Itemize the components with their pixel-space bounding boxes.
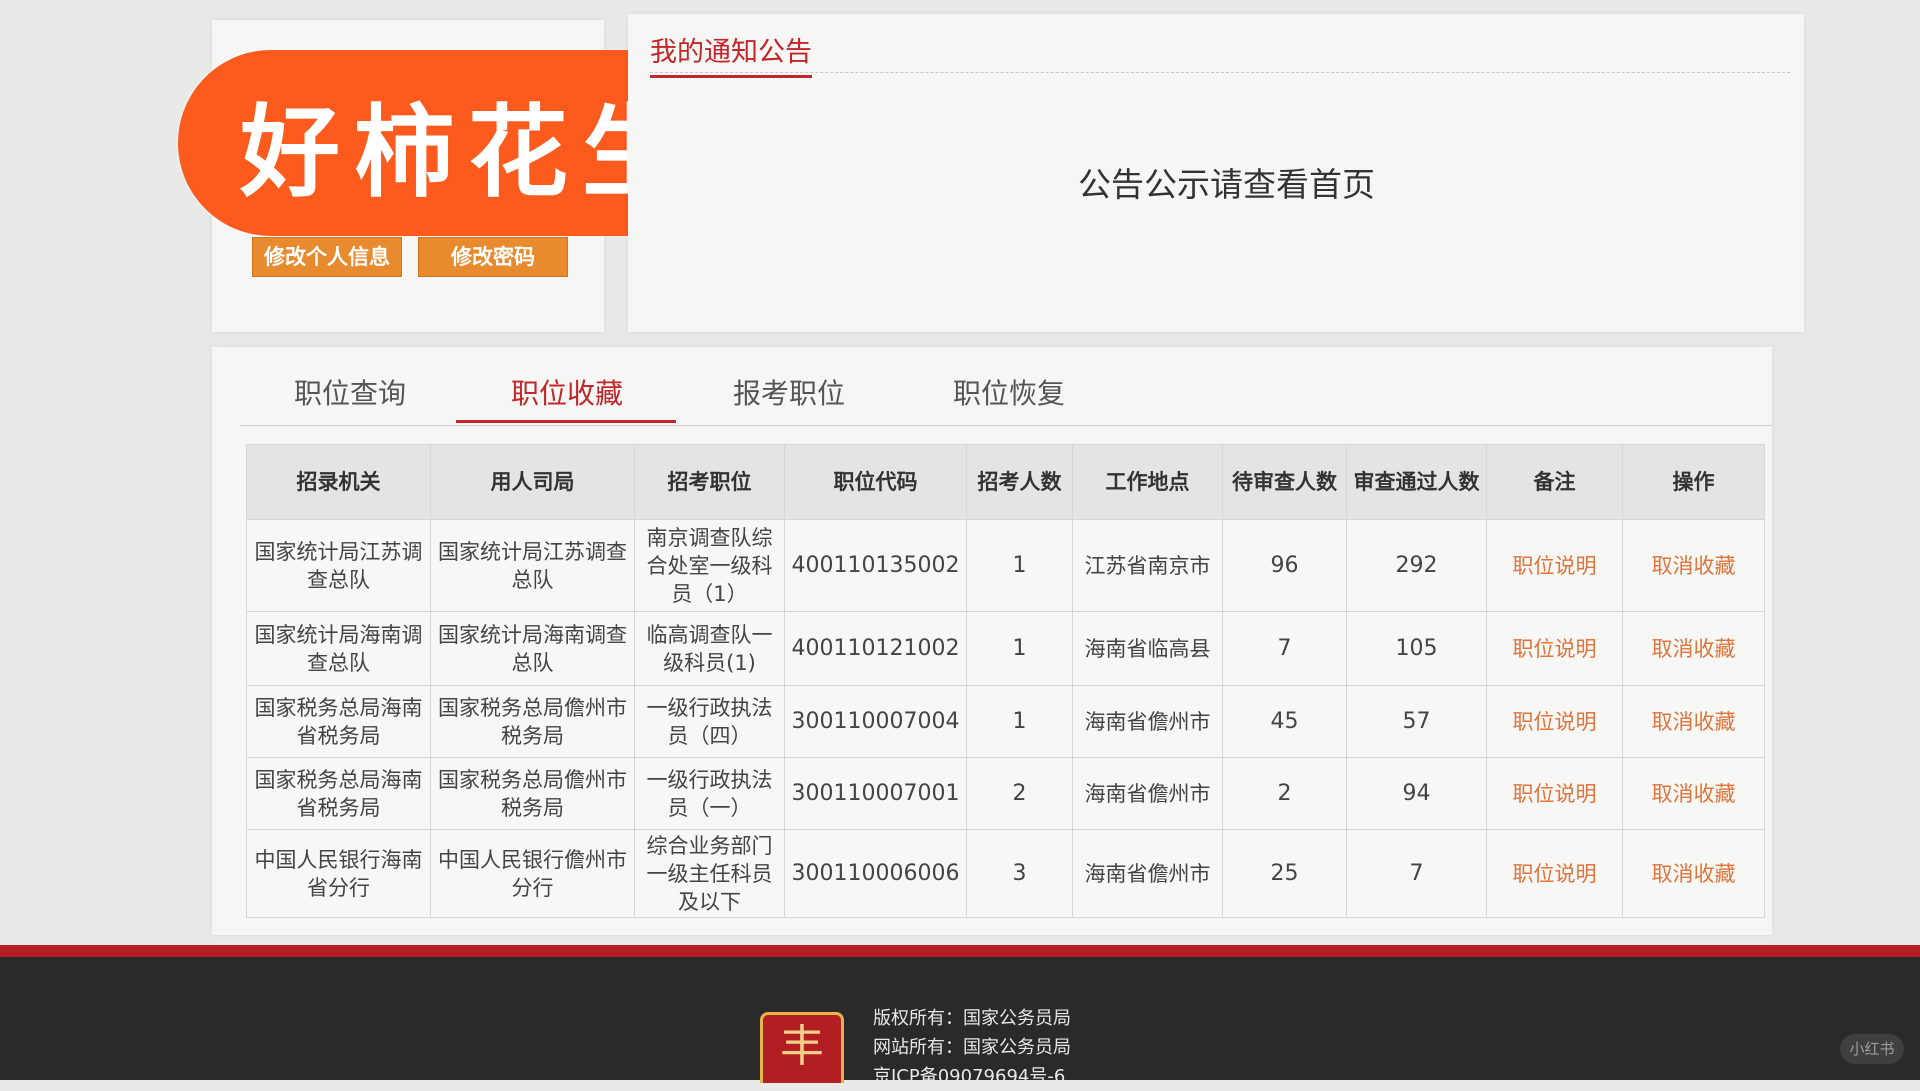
- cell-note: 职位说明: [1486, 829, 1623, 918]
- edit-profile-button[interactable]: 修改个人信息: [252, 237, 402, 277]
- cell-pending: 25: [1222, 829, 1347, 918]
- cell-dept: 国家税务总局儋州市税务局: [430, 757, 635, 830]
- cell-pending: 45: [1222, 685, 1347, 758]
- cell-agency: 中国人民银行海南省分行: [246, 829, 431, 918]
- cell-location: 海南省儋州市: [1072, 757, 1223, 830]
- cell-note: 职位说明: [1486, 519, 1623, 612]
- cell-count: 2: [966, 757, 1073, 830]
- column-header: 待审查人数: [1222, 444, 1347, 520]
- table-row: 国家统计局海南调查总队 国家统计局海南调查总队 临高调查队一级科员(1) 400…: [246, 611, 1765, 686]
- gov-emblem-icon: 丰: [760, 1012, 844, 1083]
- cell-count: 1: [966, 685, 1073, 758]
- cell-count: 1: [966, 611, 1073, 686]
- cell-passed: 292: [1346, 519, 1487, 612]
- unfavorite-link[interactable]: 取消收藏: [1652, 710, 1736, 734]
- cell-pending: 2: [1222, 757, 1347, 830]
- cell-dept: 国家统计局江苏调查总队: [430, 519, 635, 612]
- table-row: 国家税务总局海南省税务局 国家税务总局儋州市税务局 一级行政执法员（四） 300…: [246, 685, 1765, 758]
- cell-action: 取消收藏: [1622, 685, 1765, 758]
- table-row: 国家税务总局海南省税务局 国家税务总局儋州市税务局 一级行政执法员（一） 300…: [246, 757, 1765, 830]
- cell-location: 江苏省南京市: [1072, 519, 1223, 612]
- column-header: 工作地点: [1072, 444, 1223, 520]
- unfavorite-link[interactable]: 取消收藏: [1652, 782, 1736, 806]
- cell-action: 取消收藏: [1622, 519, 1765, 612]
- unfavorite-link[interactable]: 取消收藏: [1652, 554, 1736, 578]
- cell-passed: 57: [1346, 685, 1487, 758]
- table-header-row: 招录机关 用人司局 招考职位 职位代码 招考人数 工作地点 待审查人数 审查通过…: [246, 444, 1765, 520]
- unfavorite-link[interactable]: 取消收藏: [1652, 862, 1736, 886]
- table-row: 中国人民银行海南省分行 中国人民银行儋州市分行 综合业务部门一级主任科员及以下 …: [246, 829, 1765, 918]
- cell-passed: 94: [1346, 757, 1487, 830]
- footer-site-owner: 网站所有：国家公务员局: [873, 1037, 1071, 1058]
- cell-position: 一级行政执法员（一）: [634, 757, 785, 830]
- cell-position: 南京调查队综合处室一级科员（1）: [634, 519, 785, 612]
- cell-action: 取消收藏: [1622, 829, 1765, 918]
- tab-applied-positions[interactable]: 报考职位: [733, 372, 845, 412]
- cell-location: 海南省儋州市: [1072, 685, 1223, 758]
- footer-text: 版权所有：国家公务员局 网站所有：国家公务员局 京ICP备09079694号-6: [873, 1004, 1071, 1091]
- cell-agency: 国家统计局江苏调查总队: [246, 519, 431, 612]
- cell-note: 职位说明: [1486, 611, 1623, 686]
- watermark-badge: 小红书: [1840, 1034, 1904, 1064]
- footer-red-strip: [0, 945, 1920, 957]
- cell-position: 一级行政执法员（四）: [634, 685, 785, 758]
- cell-count: 1: [966, 519, 1073, 612]
- position-detail-link[interactable]: 职位说明: [1513, 554, 1597, 578]
- cell-action: 取消收藏: [1622, 757, 1765, 830]
- cell-code: 400110121002: [784, 611, 967, 686]
- tab-position-search[interactable]: 职位查询: [294, 372, 406, 412]
- cell-location: 海南省儋州市: [1072, 829, 1223, 918]
- tab-position-restore[interactable]: 职位恢复: [953, 372, 1065, 412]
- tab-position-favorites[interactable]: 职位收藏: [511, 372, 623, 412]
- cell-dept: 国家统计局海南调查总队: [430, 611, 635, 686]
- column-header: 职位代码: [784, 444, 967, 520]
- cell-code: 300110006006: [784, 829, 967, 918]
- cell-code: 300110007001: [784, 757, 967, 830]
- cell-position: 综合业务部门一级主任科员及以下: [634, 829, 785, 918]
- column-header: 招考人数: [966, 444, 1073, 520]
- cell-dept: 国家税务总局儋州市税务局: [430, 685, 635, 758]
- cell-position: 临高调查队一级科员(1): [634, 611, 785, 686]
- change-password-button[interactable]: 修改密码: [418, 237, 568, 277]
- position-detail-link[interactable]: 职位说明: [1513, 637, 1597, 661]
- cell-note: 职位说明: [1486, 685, 1623, 758]
- notice-body: 公告公示请查看首页: [1078, 165, 1375, 204]
- column-header: 备注: [1486, 444, 1623, 520]
- cell-code: 300110007004: [784, 685, 967, 758]
- position-detail-link[interactable]: 职位说明: [1513, 782, 1597, 806]
- unfavorite-link[interactable]: 取消收藏: [1652, 637, 1736, 661]
- position-detail-link[interactable]: 职位说明: [1513, 710, 1597, 734]
- cell-agency: 国家统计局海南调查总队: [246, 611, 431, 686]
- column-header: 操作: [1622, 444, 1765, 520]
- footer-copyright: 版权所有：国家公务员局: [873, 1008, 1071, 1029]
- cell-dept: 中国人民银行儋州市分行: [430, 829, 635, 918]
- column-header: 用人司局: [430, 444, 635, 520]
- column-header: 审查通过人数: [1346, 444, 1487, 520]
- favorites-table: 招录机关 用人司局 招考职位 职位代码 招考人数 工作地点 待审查人数 审查通过…: [246, 444, 1765, 918]
- cell-pending: 96: [1222, 519, 1347, 612]
- cell-note: 职位说明: [1486, 757, 1623, 830]
- cell-count: 3: [966, 829, 1073, 918]
- notice-title[interactable]: 我的通知公告: [650, 30, 812, 78]
- tab-divider: [240, 425, 1772, 426]
- notice-divider: [650, 72, 1790, 73]
- cell-location: 海南省临高县: [1072, 611, 1223, 686]
- cell-passed: 7: [1346, 829, 1487, 918]
- cell-pending: 7: [1222, 611, 1347, 686]
- cell-agency: 国家税务总局海南省税务局: [246, 757, 431, 830]
- cell-passed: 105: [1346, 611, 1487, 686]
- position-detail-link[interactable]: 职位说明: [1513, 862, 1597, 886]
- column-header: 招录机关: [246, 444, 431, 520]
- active-tab-indicator: [456, 420, 676, 423]
- cell-code: 400110135002: [784, 519, 967, 612]
- cell-agency: 国家税务总局海南省税务局: [246, 685, 431, 758]
- footer-icp[interactable]: 京ICP备09079694号-6: [873, 1062, 1071, 1091]
- cell-action: 取消收藏: [1622, 611, 1765, 686]
- table-row: 国家统计局江苏调查总队 国家统计局江苏调查总队 南京调查队综合处室一级科员（1）…: [246, 519, 1765, 612]
- column-header: 招考职位: [634, 444, 785, 520]
